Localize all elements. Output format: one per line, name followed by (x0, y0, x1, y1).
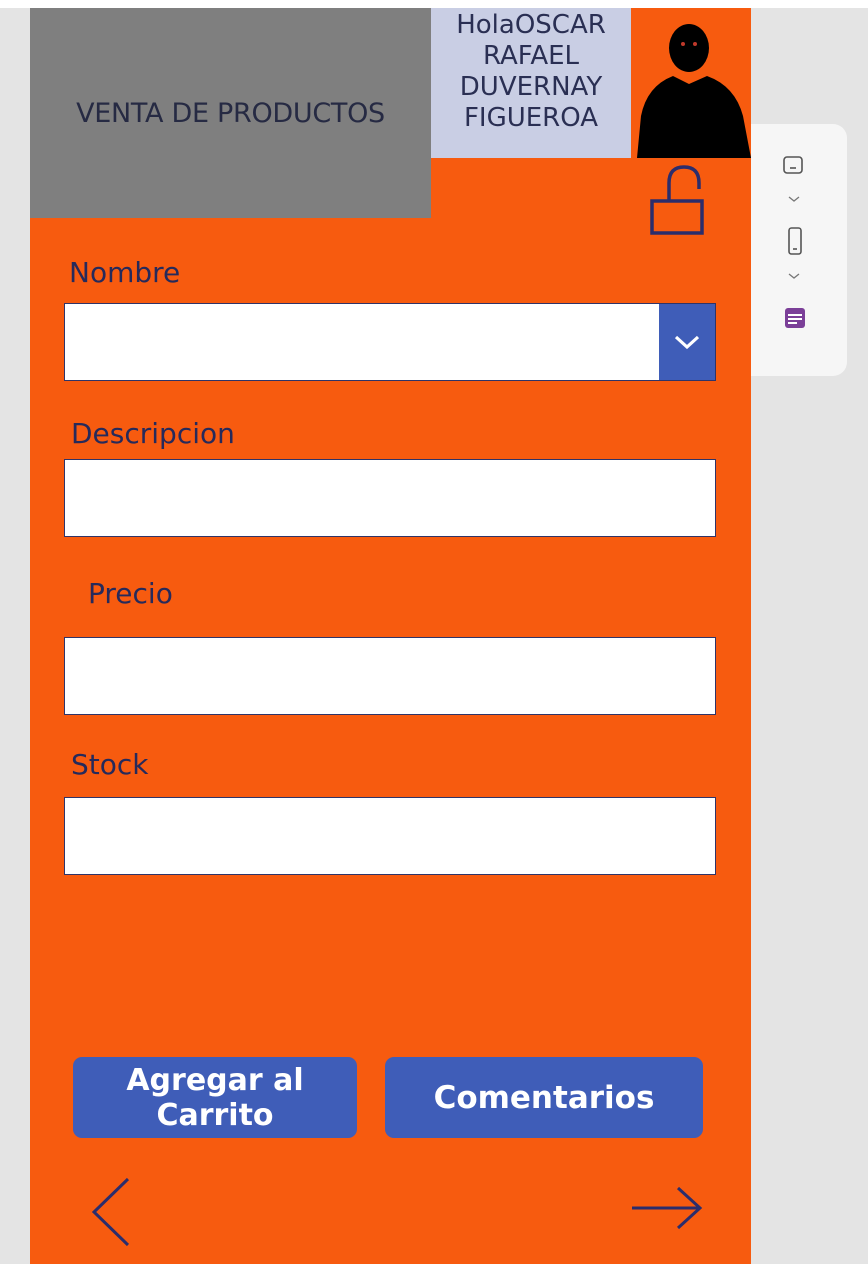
tablet-icon[interactable] (782, 155, 804, 175)
user-greeting: HolaOSCAR RAFAEL DUVERNAY FIGUEROA (431, 8, 631, 158)
button-label-line: Carrito (156, 1097, 274, 1133)
lock-icon[interactable] (647, 163, 707, 235)
chevron-down-icon[interactable] (788, 195, 800, 203)
chevron-down-icon (674, 335, 700, 350)
arrow-right-icon[interactable] (628, 1184, 706, 1232)
header-title-box: VENTA DE PRODUCTOS (30, 8, 431, 218)
dropdown-button[interactable] (659, 304, 715, 380)
chevron-down-icon[interactable] (788, 272, 800, 280)
top-strip (0, 0, 868, 8)
add-to-cart-button[interactable]: Agregar al Carrito (73, 1057, 357, 1138)
bottom-strip (0, 1264, 868, 1272)
greeting-line: RAFAEL (482, 41, 580, 71)
chevron-left-icon[interactable] (88, 1175, 138, 1249)
avatar (631, 8, 751, 158)
nombre-dropdown[interactable] (64, 303, 716, 381)
descripcion-label: Descripcion (71, 417, 235, 450)
greeting-line: DUVERNAY (459, 72, 603, 102)
button-label: Comentarios (433, 1079, 655, 1116)
stock-input[interactable] (64, 797, 716, 875)
greeting-line: FIGUEROA (463, 103, 599, 133)
precio-label: Precio (88, 577, 173, 610)
phone-icon[interactable] (787, 226, 803, 256)
app-screen: VENTA DE PRODUCTOS HolaOSCAR RAFAEL DUVE… (30, 8, 751, 1264)
button-label-line: Agregar al (126, 1062, 304, 1098)
layout-side-panel (751, 124, 847, 376)
page-title: VENTA DE PRODUCTOS (76, 97, 385, 129)
stock-label: Stock (71, 748, 149, 781)
greeting-line: HolaOSCAR (456, 10, 606, 40)
comments-button[interactable]: Comentarios (385, 1057, 703, 1138)
layout-icon[interactable] (784, 307, 806, 329)
precio-input[interactable] (64, 637, 716, 715)
descripcion-input[interactable] (64, 459, 716, 537)
nombre-label: Nombre (69, 256, 181, 289)
